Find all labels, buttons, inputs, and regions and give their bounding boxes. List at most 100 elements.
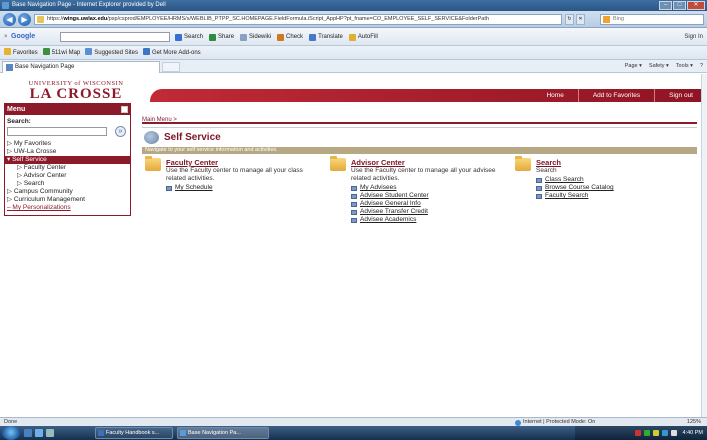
tray-icon[interactable]	[634, 430, 641, 436]
menu-title: Menu	[7, 106, 26, 113]
menu-item-advisor-center[interactable]: ▷ Advisor Center	[5, 172, 130, 180]
quick-launch	[24, 429, 54, 437]
taskbar: Faculty Handbook s... Base Navigation Pa…	[0, 426, 707, 440]
show-desktop-icon[interactable]	[24, 429, 32, 437]
status-bar: Done Internet | Protected Mode: On 125%	[0, 417, 707, 426]
menu-item-label: My Favorites	[13, 140, 52, 147]
section-link[interactable]: Advisee General Info	[351, 200, 429, 208]
section-link[interactable]: My Advisees	[351, 184, 429, 192]
menu-search-input[interactable]	[7, 127, 107, 136]
task-faculty-handbook[interactable]: Faculty Handbook s...	[95, 427, 173, 439]
section-link[interactable]: Browse Course Catalog	[536, 184, 614, 192]
ie-quicklaunch-icon[interactable]	[35, 429, 43, 437]
section-link[interactable]: Faculty Search	[536, 192, 614, 200]
collapse-menu-icon[interactable]	[121, 106, 128, 113]
menu-item-arrow: ▷	[7, 148, 14, 155]
favorites-item[interactable]: Get More Add-ons	[142, 46, 201, 59]
menu-search-button[interactable]: »	[115, 126, 126, 137]
menu-item-arrow: ▷	[17, 180, 24, 187]
menu-item-campus-community[interactable]: ▷ Campus Community	[5, 188, 130, 196]
menu-item-faculty-center[interactable]: ▷ Faculty Center	[5, 164, 130, 172]
command-bar-item[interactable]: Tools ▾	[676, 60, 693, 73]
task-label: Base Navigation Pa...	[188, 430, 241, 436]
favorites-item[interactable]: Favorites	[4, 46, 38, 59]
menu-item-curriculum-management[interactable]: ▷ Curriculum Management	[5, 196, 130, 204]
back-button[interactable]: ◀	[3, 13, 16, 26]
section-link-label: Browse Course Catalog	[545, 184, 614, 191]
start-button[interactable]	[2, 426, 20, 440]
menu-item-label: My Personalizations	[12, 204, 71, 211]
menu-item-search[interactable]: ▷ Search	[5, 180, 130, 188]
clock[interactable]: 4:40 PM	[683, 430, 703, 436]
section-link[interactable]: Advisee Student Center	[351, 192, 429, 200]
instruction-band: Navigate to your self service informatio…	[142, 147, 697, 154]
favorite-icon	[142, 48, 150, 55]
page-content: UNIVERSITY of WISCONSIN LA CROSSE Home A…	[0, 74, 707, 417]
toolbar-item-label: Share	[218, 34, 235, 40]
minimize-button[interactable]: –	[659, 1, 672, 10]
tray-icon[interactable]	[652, 430, 659, 436]
menu-item-self-service[interactable]: ▾ Self Service	[5, 156, 130, 164]
task-base-navigation[interactable]: Base Navigation Pa...	[177, 427, 269, 439]
network-icon[interactable]	[661, 430, 668, 436]
system-tray: 4:40 PM	[575, 426, 707, 440]
google-search-input[interactable]	[60, 32, 170, 42]
google-toolbar-share[interactable]: Share	[209, 28, 234, 46]
bing-search-input[interactable]: Bing	[600, 14, 704, 25]
lock-icon	[37, 16, 44, 23]
section-link[interactable]: Class Search	[536, 176, 614, 184]
menu-search-label: Search:	[7, 118, 31, 125]
google-toolbar-search[interactable]: Search	[175, 28, 203, 46]
favorite-icon	[42, 48, 50, 55]
google-toolbar-sidewiki[interactable]: Sidewiki	[240, 28, 271, 46]
maximize-button[interactable]: □	[673, 1, 686, 10]
favorites-item[interactable]: 511wi Map	[42, 46, 80, 59]
favorites-item[interactable]: Suggested Sites	[85, 46, 138, 59]
sign-out-link[interactable]: Sign out	[654, 89, 707, 102]
command-bar-item[interactable]: Page ▾	[625, 60, 642, 73]
close-button[interactable]: ✕	[687, 1, 705, 10]
link-icon	[351, 209, 357, 215]
address-field[interactable]: https://wings.uwlax.edu/psp/csprod/EMPLO…	[34, 14, 562, 25]
address-toolbar: ◀ ▶ https://wings.uwlax.edu/psp/csprod/E…	[0, 11, 707, 28]
url-path: /psp/csprod/EMPLOYEE/HRMS/s/WEBLIB_PTPP_…	[107, 16, 489, 22]
menu-list: ▷ My Favorites ▷ UW-La Crosse ▾ Self Servi…	[5, 140, 130, 212]
menu-item-my-favorites[interactable]: ▷ My Favorites	[5, 140, 130, 148]
favorite-icon	[4, 48, 11, 55]
add-to-favorites-link[interactable]: Add to Favorites	[577, 89, 654, 102]
task-label: Faculty Handbook s...	[106, 430, 160, 436]
stop-icon[interactable]: ✕	[576, 14, 585, 25]
tray-icon[interactable]	[643, 430, 650, 436]
sign-in-link[interactable]: Sign In	[684, 28, 703, 46]
folder-icon[interactable]	[46, 429, 54, 437]
menu-item-label: Faculty Center	[23, 164, 67, 171]
breadcrumb[interactable]: Main Menu >	[142, 116, 697, 124]
google-toolbar-translate[interactable]: Translate	[309, 28, 343, 46]
tab-base-navigation[interactable]: Base Navigation Page	[2, 61, 160, 73]
google-toolbar-check[interactable]: Check	[277, 28, 303, 46]
menu-item-my-personalizations[interactable]: – My Personalizations	[5, 204, 130, 212]
volume-icon[interactable]	[670, 430, 677, 436]
section-title[interactable]: Faculty Center	[166, 158, 218, 167]
command-bar-item[interactable]: ?	[700, 60, 703, 73]
section-link-label: Faculty Search	[545, 192, 589, 199]
command-bar-item[interactable]: Safety ▾	[649, 60, 669, 73]
section-link[interactable]: Advisee Transfer Credit	[351, 208, 429, 216]
section-link-label: Advisee Transfer Credit	[360, 208, 428, 215]
google-toolbar-autofill[interactable]: AutoFill	[348, 28, 378, 46]
refresh-icon[interactable]: ↻	[565, 14, 574, 25]
sidewiki-icon	[240, 33, 248, 41]
close-toolbar-icon[interactable]: ×	[4, 28, 8, 46]
logo-line2: LA CROSSE	[29, 86, 123, 102]
section-link[interactable]: My Schedule	[166, 184, 213, 192]
section-link[interactable]: Advisee Academics	[351, 216, 429, 224]
menu-item-arrow: ▷	[17, 164, 24, 171]
menu-item-uw-la-crosse[interactable]: ▷ UW-La Crosse	[5, 148, 130, 156]
section-title[interactable]: Search	[536, 158, 561, 167]
university-logo[interactable]: UNIVERSITY of WISCONSIN LA CROSSE	[6, 80, 146, 102]
section-title[interactable]: Advisor Center	[351, 158, 405, 167]
forward-button[interactable]: ▶	[18, 13, 31, 26]
page-scrollbar[interactable]	[701, 74, 707, 417]
new-tab-button[interactable]	[162, 62, 180, 72]
home-link[interactable]: Home	[532, 89, 577, 102]
